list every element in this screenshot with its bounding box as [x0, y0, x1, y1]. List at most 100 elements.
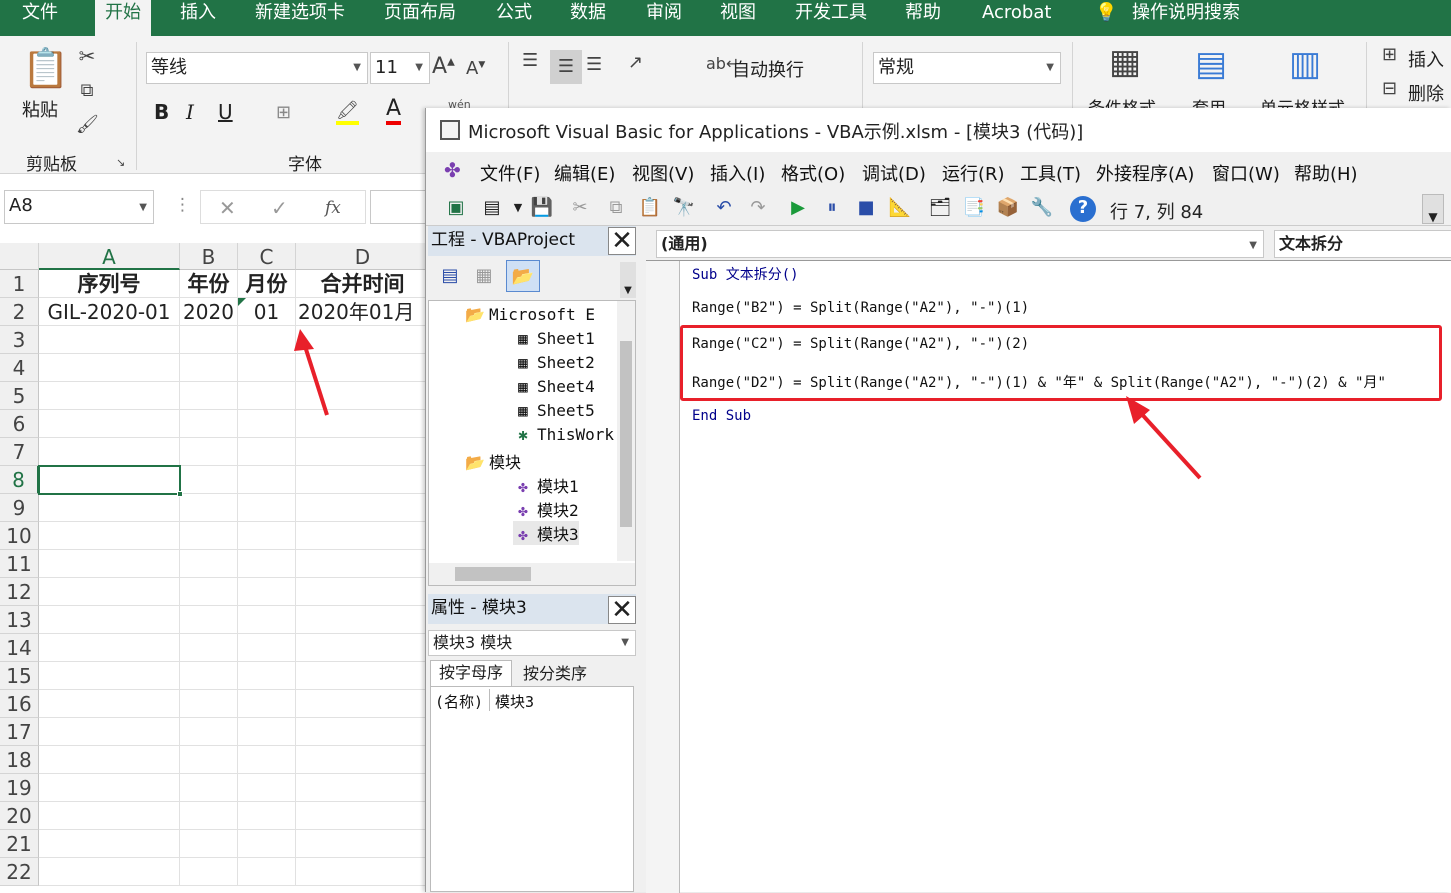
tab-categorized[interactable]: 按分类序 [514, 662, 596, 686]
menu-view[interactable]: 视图(V) [632, 160, 694, 186]
align-middle-icon[interactable]: ☰ [550, 50, 582, 84]
cell-c2[interactable]: 01 [238, 298, 296, 326]
grid-cell[interactable] [180, 662, 238, 690]
decrease-font-icon[interactable]: A▼ [466, 58, 485, 79]
row-header[interactable]: 19 [0, 774, 39, 802]
grid-cell[interactable] [39, 550, 180, 578]
enter-icon[interactable]: ✓ [271, 193, 288, 223]
grid-cell[interactable] [296, 550, 430, 578]
row-header[interactable]: 12 [0, 578, 39, 606]
row-header[interactable]: 6 [0, 410, 39, 438]
grid-cell[interactable] [39, 578, 180, 606]
row-header[interactable]: 5 [0, 382, 39, 410]
menu-format[interactable]: 格式(O) [781, 160, 845, 186]
grid-cell[interactable] [39, 606, 180, 634]
properties-icon[interactable]: 📑 [962, 196, 986, 220]
grid-cell[interactable] [238, 662, 296, 690]
tree-item-modules[interactable]: 📂 模块 [465, 449, 521, 473]
dialog-launcher-icon[interactable]: ↘ [116, 156, 125, 169]
lightbulb-icon[interactable]: 💡 [1095, 0, 1117, 36]
tell-me-search[interactable]: 操作说明搜索 [1132, 0, 1240, 36]
menu-insert[interactable]: 插入(I) [710, 160, 765, 186]
column-header-c[interactable]: C [238, 243, 296, 270]
grid-cell[interactable] [238, 466, 296, 494]
menu-debug[interactable]: 调试(D) [862, 160, 926, 186]
help-icon[interactable]: ? [1070, 196, 1096, 222]
tab-developer[interactable]: 开发工具 [795, 0, 867, 36]
align-bottom-icon[interactable]: ☰ [586, 54, 602, 75]
paste-icon[interactable]: 📋 [638, 196, 662, 220]
delete-cells-icon[interactable]: ⊟ [1382, 78, 1397, 99]
pause-icon[interactable]: ⏸ [820, 196, 844, 220]
row-header[interactable]: 8 [0, 466, 39, 494]
grid-cell[interactable] [296, 746, 430, 774]
view-code-icon[interactable]: ▤ [438, 264, 462, 288]
grid-cell[interactable] [238, 326, 296, 354]
grid-cell[interactable] [238, 522, 296, 550]
tab-insert[interactable]: 插入 [180, 0, 216, 36]
grid-cell[interactable] [238, 606, 296, 634]
grid-cell[interactable] [296, 522, 430, 550]
row-header[interactable]: 17 [0, 718, 39, 746]
name-box[interactable]: A8 ▼ [4, 190, 154, 224]
grid-cell[interactable] [238, 578, 296, 606]
paste-icon[interactable]: 📋 [22, 44, 69, 92]
grid-cell[interactable] [296, 690, 430, 718]
font-size-select[interactable]: 11 ▼ [370, 52, 430, 84]
formula-input[interactable] [370, 190, 430, 224]
grid-cell[interactable] [180, 326, 238, 354]
grid-cell[interactable] [180, 382, 238, 410]
grid-cell[interactable] [39, 802, 180, 830]
cell-c1[interactable]: 月份 [238, 270, 296, 298]
orientation-icon[interactable]: ↗ [628, 52, 643, 73]
close-icon[interactable]: ✕ [608, 596, 636, 624]
tree-item-sheet1[interactable]: ▦ Sheet1 [513, 329, 595, 348]
tab-home[interactable]: 开始 [95, 0, 151, 36]
excel-view-icon[interactable]: ▣ [444, 196, 468, 220]
redo-icon[interactable]: ↷ [746, 196, 770, 220]
find-icon[interactable]: 🔭 [672, 196, 696, 220]
row-header[interactable]: 20 [0, 802, 39, 830]
code-line-2[interactable]: Range("B2") = Split(Range("A2"), "-")(1) [692, 300, 1029, 316]
scroll-down-icon[interactable]: ▼ [620, 262, 636, 298]
insert-cells-label[interactable]: 插入 [1408, 46, 1444, 72]
grid-cell[interactable] [39, 634, 180, 662]
font-color-icon[interactable]: A [386, 96, 402, 125]
grid-cell[interactable] [180, 830, 238, 858]
grid-cell[interactable] [39, 410, 180, 438]
font-name-select[interactable]: 等线 ▼ [146, 52, 368, 84]
grid-cell[interactable] [238, 830, 296, 858]
grid-cell[interactable] [296, 606, 430, 634]
grid-cell[interactable] [180, 634, 238, 662]
design-mode-icon[interactable]: 📐 [888, 196, 912, 220]
copy-icon[interactable]: ⧉ [76, 80, 98, 101]
grid-cell[interactable] [296, 718, 430, 746]
select-all-corner[interactable] [0, 243, 39, 270]
procedure-combo[interactable]: 文本拆分 [1274, 230, 1451, 258]
object-browser-icon[interactable]: 📦 [996, 196, 1020, 220]
cell-a1[interactable]: 序列号 [39, 270, 180, 298]
wrap-text-label[interactable]: 自动换行 [732, 56, 804, 82]
tree-item-module2[interactable]: ✤ 模块2 [513, 497, 578, 521]
insert-function-icon[interactable]: fx [325, 193, 341, 223]
fill-handle[interactable] [177, 491, 183, 497]
row-header[interactable]: 3 [0, 326, 39, 354]
grid-cell[interactable] [180, 522, 238, 550]
grid-cell[interactable] [180, 606, 238, 634]
stop-icon[interactable]: ■ [854, 196, 878, 220]
grid-cell[interactable] [39, 830, 180, 858]
grid-cell[interactable] [39, 690, 180, 718]
grid-cell[interactable] [39, 354, 180, 382]
italic-button[interactable]: I [186, 100, 194, 124]
grid-cell[interactable] [39, 774, 180, 802]
row-header[interactable]: 15 [0, 662, 39, 690]
grid-cell[interactable] [238, 550, 296, 578]
code-editor[interactable]: Sub 文本拆分() Range("B2") = Split(Range("A2… [646, 260, 1451, 893]
grid-cell[interactable] [39, 438, 180, 466]
menu-file[interactable]: 文件(F) [480, 160, 540, 186]
row-header[interactable]: 21 [0, 830, 39, 858]
scroll-thumb[interactable] [455, 567, 531, 581]
copy-icon[interactable]: ⧉ [604, 196, 628, 220]
fill-color-icon[interactable]: 🖍 [336, 100, 359, 125]
tree-item-sheet2[interactable]: ▦ Sheet2 [513, 353, 595, 372]
